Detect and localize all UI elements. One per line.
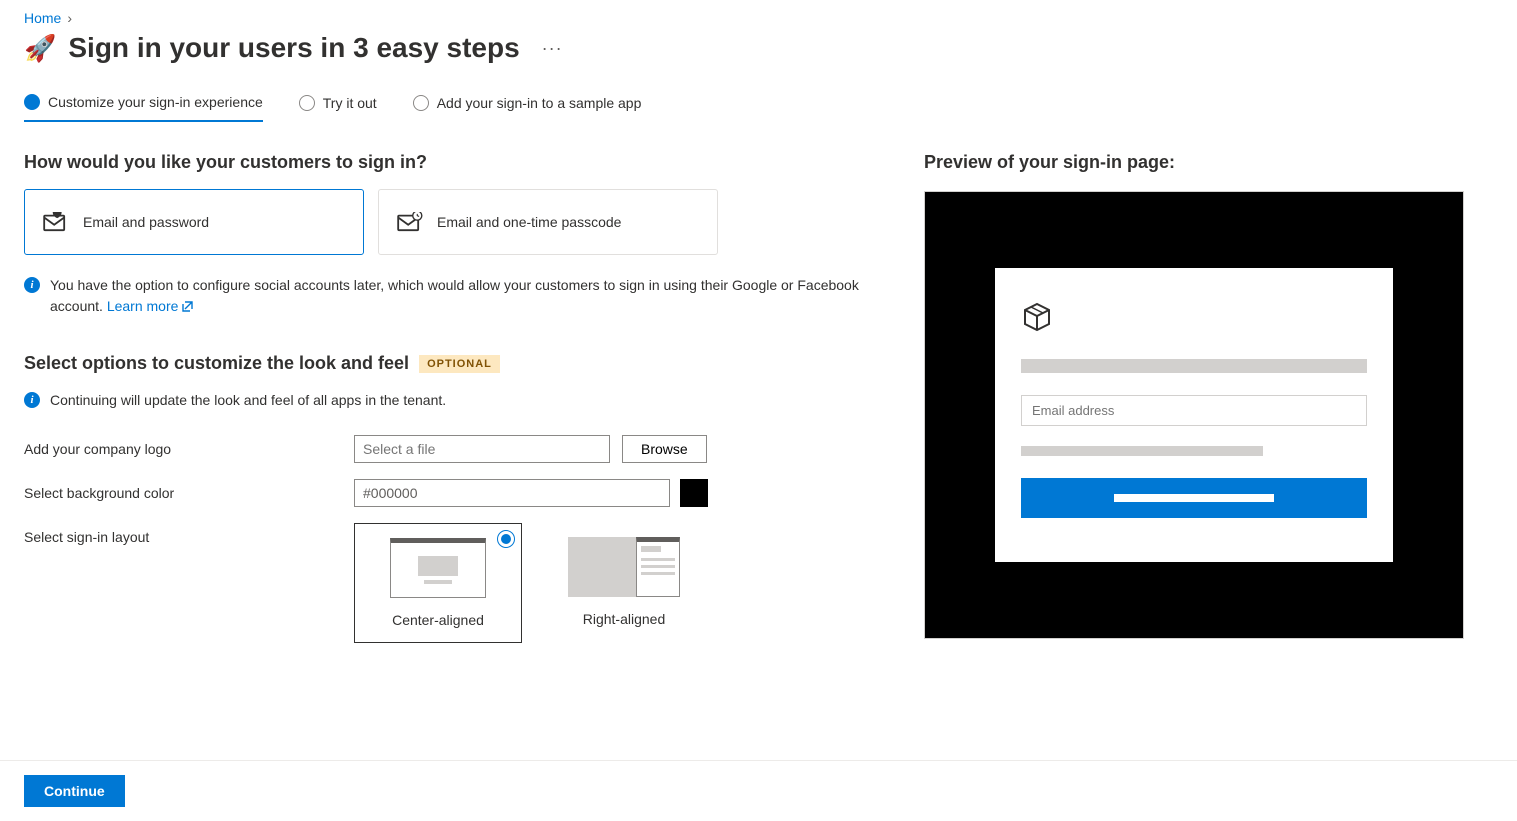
center-layout-preview-icon	[390, 538, 486, 598]
box-icon	[1021, 300, 1053, 332]
page-title: Sign in your users in 3 easy steps	[68, 32, 519, 64]
footer: Continue	[0, 760, 1517, 821]
placeholder-button-text	[1114, 494, 1273, 502]
method-label: Email and one-time passcode	[437, 214, 621, 230]
method-label: Email and password	[83, 214, 209, 230]
info-icon: i	[24, 277, 40, 293]
external-link-icon	[182, 300, 194, 312]
tab-try-it-out[interactable]: Try it out	[299, 94, 377, 122]
radio-empty-icon	[413, 95, 429, 111]
tab-customize[interactable]: Customize your sign-in experience	[24, 94, 263, 122]
customize-note: Continuing will update the look and feel…	[50, 390, 446, 411]
signin-method-heading: How would you like your customers to sig…	[24, 152, 864, 173]
tab-label: Add your sign-in to a sample app	[437, 95, 642, 111]
breadcrumb-home[interactable]: Home	[24, 10, 61, 26]
customize-heading: Select options to customize the look and…	[24, 353, 409, 374]
radio-empty-icon	[299, 95, 315, 111]
layout-right-aligned[interactable]: Right-aligned	[540, 523, 708, 643]
bg-color-label: Select background color	[24, 479, 354, 501]
bg-color-input[interactable]	[354, 479, 670, 507]
browse-button[interactable]: Browse	[622, 435, 707, 463]
layout-label: Center-aligned	[363, 612, 513, 628]
tabs: Customize your sign-in experience Try it…	[24, 94, 1493, 122]
preview-frame	[924, 191, 1464, 639]
tab-label: Try it out	[323, 95, 377, 111]
info-icon: i	[24, 392, 40, 408]
info-text: You have the option to configure social …	[50, 275, 864, 317]
mail-clock-icon	[397, 212, 423, 232]
radio-selected-icon	[497, 530, 515, 548]
layout-center-aligned[interactable]: Center-aligned	[354, 523, 522, 643]
more-icon[interactable]: ···	[542, 38, 563, 59]
breadcrumb: Home ›	[24, 10, 1493, 26]
layout-label: Right-aligned	[548, 611, 700, 627]
method-email-password[interactable]: Email and password	[24, 189, 364, 255]
continue-button[interactable]: Continue	[24, 775, 125, 807]
layout-label: Select sign-in layout	[24, 523, 354, 545]
placeholder-line	[1021, 359, 1367, 373]
learn-more-link[interactable]: Learn more	[107, 298, 194, 314]
placeholder-line-short	[1021, 446, 1263, 456]
preview-title: Preview of your sign-in page:	[924, 152, 1464, 173]
logo-file-input[interactable]	[354, 435, 610, 463]
preview-submit-button[interactable]	[1021, 478, 1367, 518]
tab-add-sample-app[interactable]: Add your sign-in to a sample app	[413, 94, 642, 122]
preview-email-input[interactable]	[1021, 395, 1367, 426]
bg-color-swatch[interactable]	[680, 479, 708, 507]
optional-badge: OPTIONAL	[419, 355, 500, 373]
preview-signin-card	[995, 268, 1393, 562]
right-layout-preview-icon	[568, 537, 680, 597]
radio-filled-icon	[24, 94, 40, 110]
method-email-passcode[interactable]: Email and one-time passcode	[378, 189, 718, 255]
tab-label: Customize your sign-in experience	[48, 94, 263, 110]
logo-label: Add your company logo	[24, 435, 354, 457]
chevron-right-icon: ›	[67, 10, 72, 26]
mail-shield-icon	[43, 212, 69, 232]
rocket-icon: 🚀	[24, 33, 56, 64]
